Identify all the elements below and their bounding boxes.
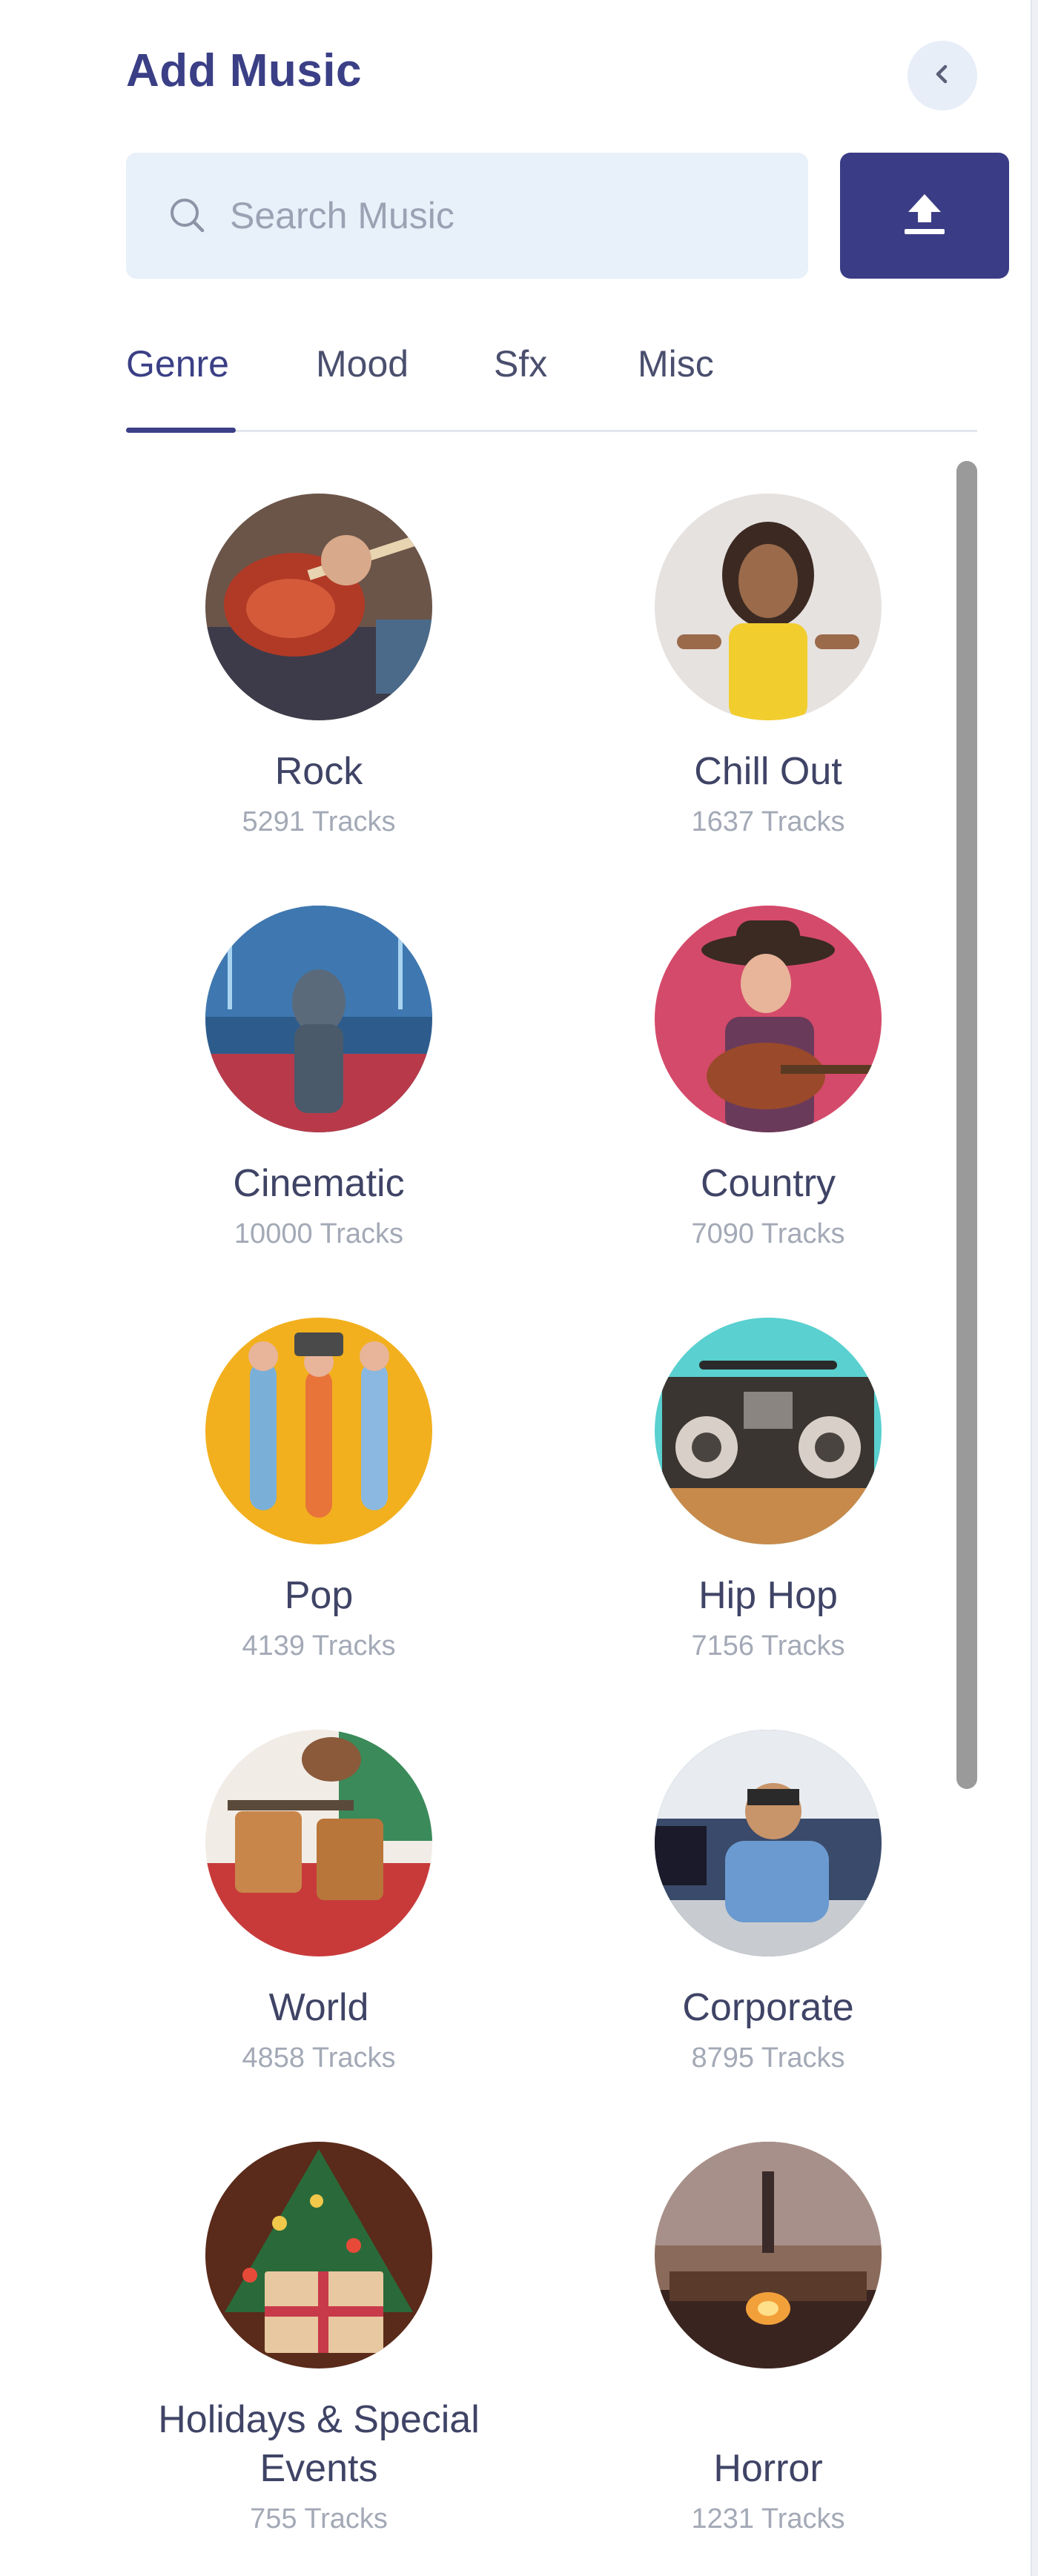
search-placeholder: Search Music <box>230 195 454 236</box>
genre-track-count: 755 Tracks <box>250 2503 388 2534</box>
genre-name: Chill Out <box>694 750 842 793</box>
genre-name: Horror <box>713 2447 823 2490</box>
upload-button[interactable] <box>840 153 1009 279</box>
genre-track-count: 1637 Tracks <box>691 806 845 837</box>
genre-card-rock[interactable]: Rock 5291 Tracks <box>96 494 541 840</box>
genre-card-horror[interactable]: Horror 1231 Tracks <box>546 2142 991 2537</box>
upload-icon <box>899 188 951 244</box>
genre-card-cinematic[interactable]: Cinematic 10000 Tracks <box>96 906 541 1252</box>
panel-edge <box>1031 0 1038 2576</box>
genre-tabs: Genre Mood Sfx Misc <box>126 326 977 433</box>
tab-sfx[interactable]: Sfx <box>494 342 547 385</box>
genre-track-count: 1231 Tracks <box>691 2503 845 2534</box>
genre-name: Holidays & Special Events <box>158 2398 480 2490</box>
tab-misc[interactable]: Misc <box>638 342 714 385</box>
genre-thumbnail-corporate <box>655 1730 882 1956</box>
genre-thumbnail-pop <box>205 1318 432 1544</box>
search-icon <box>165 193 211 239</box>
genre-name: Hip Hop <box>698 1574 838 1617</box>
genre-name: Rock <box>274 750 363 793</box>
genre-track-count: 10000 Tracks <box>234 1218 404 1249</box>
genre-track-count: 4858 Tracks <box>242 2042 396 2074</box>
genre-name: Cinematic <box>233 1162 405 1205</box>
genre-track-count: 4139 Tracks <box>242 1630 396 1662</box>
active-tab-indicator <box>126 428 236 433</box>
genre-card-country[interactable]: Country 7090 Tracks <box>546 906 991 1252</box>
genre-name: Country <box>700 1162 836 1205</box>
genre-name: Pop <box>284 1574 354 1617</box>
tab-genre-label: Genre <box>126 343 229 385</box>
genre-thumbnail-cinematic <box>205 906 432 1132</box>
genre-thumbnail-rock <box>205 494 432 720</box>
genre-track-count: 8795 Tracks <box>691 2042 845 2074</box>
tab-misc-label: Misc <box>638 343 714 385</box>
search-input[interactable]: Search Music <box>126 153 808 279</box>
genre-card-world[interactable]: World 4858 Tracks <box>96 1730 541 2077</box>
genre-card-corporate[interactable]: Corporate 8795 Tracks <box>546 1730 991 2077</box>
genre-track-count: 7156 Tracks <box>691 1630 845 1662</box>
tab-genre[interactable]: Genre <box>126 342 229 385</box>
genre-name: World <box>268 1986 369 2029</box>
genre-thumbnail-holidays <box>205 2142 432 2368</box>
page-title: Add Music <box>126 45 362 96</box>
genre-card-hip-hop[interactable]: Hip Hop 7156 Tracks <box>546 1318 991 1664</box>
collapse-panel-button[interactable] <box>908 41 977 110</box>
genre-name: Corporate <box>682 1986 854 2029</box>
genre-thumbnail-world <box>205 1730 432 1956</box>
tab-sfx-label: Sfx <box>494 343 548 385</box>
genre-thumbnail-horror <box>655 2142 882 2368</box>
genre-track-count: 5291 Tracks <box>242 806 396 837</box>
genre-track-count: 7090 Tracks <box>691 1218 845 1249</box>
genre-thumbnail-chill-out <box>655 494 882 720</box>
tab-mood-label: Mood <box>316 343 409 385</box>
genre-thumbnail-hip-hop <box>655 1318 882 1544</box>
chevron-left-icon <box>929 61 956 91</box>
tab-mood[interactable]: Mood <box>316 342 409 385</box>
genre-card-chill-out[interactable]: Chill Out 1637 Tracks <box>546 494 991 840</box>
genre-card-pop[interactable]: Pop 4139 Tracks <box>96 1318 541 1664</box>
genre-card-holidays[interactable]: Holidays & Special Events 755 Tracks <box>96 2142 541 2537</box>
genre-thumbnail-country <box>655 906 882 1132</box>
